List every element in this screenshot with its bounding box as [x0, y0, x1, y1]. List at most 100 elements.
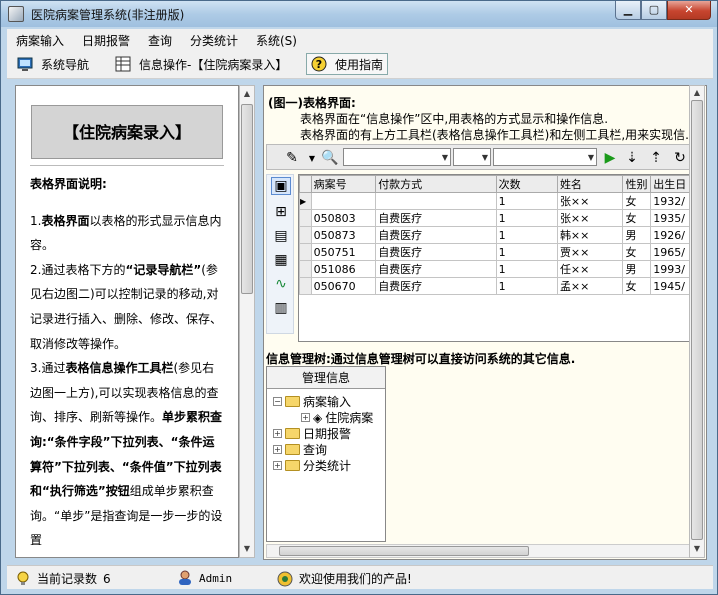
table-cell[interactable]: 自费医疗: [375, 209, 497, 227]
table-cell[interactable]: 1: [495, 192, 558, 210]
table-cell[interactable]: 1965/: [650, 243, 691, 261]
table-cell[interactable]: 张××: [556, 209, 624, 227]
row-header[interactable]: [299, 209, 312, 227]
col-header[interactable]: 付款方式: [375, 175, 497, 193]
minimize-button[interactable]: ▁: [615, 1, 641, 20]
table-cell[interactable]: 1932/: [650, 192, 691, 210]
sort-asc-icon[interactable]: ⇣: [623, 149, 641, 167]
document-icon[interactable]: ▦: [271, 251, 291, 269]
close-button[interactable]: ✕: [667, 1, 711, 20]
table-cell[interactable]: 050751: [310, 243, 377, 261]
table-cell[interactable]: 050803: [310, 209, 377, 227]
table-cell[interactable]: 韩××: [556, 226, 624, 244]
table-cell[interactable]: 1926/: [650, 226, 691, 244]
table-cell[interactable]: 1: [495, 226, 558, 244]
find-icon[interactable]: 🔍: [321, 149, 339, 167]
tree-node-statistics[interactable]: + 分类统计: [273, 457, 351, 474]
sort-desc-icon[interactable]: ⇡: [647, 149, 665, 167]
row-header[interactable]: [299, 226, 312, 244]
row-header[interactable]: [299, 243, 312, 261]
grid-view-icon[interactable]: ▣: [271, 177, 291, 195]
table-row[interactable]: 050751 自费医疗 1 贾×× 女 1965/: [299, 243, 691, 261]
table-cell[interactable]: 1: [495, 277, 558, 295]
scroll-up-arrow[interactable]: ▲: [241, 87, 253, 101]
table-cell[interactable]: 1993/: [650, 260, 691, 278]
row-header[interactable]: [299, 277, 312, 295]
expand-icon[interactable]: +: [273, 429, 282, 438]
scroll-down-arrow[interactable]: ▼: [241, 542, 253, 556]
menu-date-alarm[interactable]: 日期报警: [82, 32, 130, 49]
menu-query[interactable]: 查询: [148, 32, 172, 49]
left-scroll-thumb[interactable]: [241, 104, 253, 294]
menu-statistics[interactable]: 分类统计: [190, 32, 238, 49]
table-cell[interactable]: 自费医疗: [375, 260, 497, 278]
col-header[interactable]: 次数: [495, 175, 558, 193]
horizontal-scroll-thumb[interactable]: [279, 546, 529, 556]
table-cell[interactable]: [375, 192, 497, 210]
col-header[interactable]: 出生日: [650, 175, 691, 193]
right-scrollbar[interactable]: ▲ ▼: [689, 85, 705, 558]
scroll-up-arrow[interactable]: ▲: [691, 86, 703, 100]
execute-filter-icon[interactable]: ▶: [601, 149, 619, 167]
horizontal-scrollbar[interactable]: [266, 544, 690, 558]
table-cell[interactable]: 男: [622, 260, 652, 278]
table-cell[interactable]: 贾××: [556, 243, 624, 261]
maximize-button[interactable]: ▢: [641, 1, 667, 20]
form-view-icon[interactable]: ▤: [271, 227, 291, 245]
user-guide-button[interactable]: ? 使用指南: [306, 53, 389, 75]
tree-node-record-input[interactable]: − 病案输入: [273, 393, 351, 410]
table-cell[interactable]: 自费医疗: [375, 226, 497, 244]
menu-system[interactable]: 系统(S): [256, 32, 297, 49]
title-bar[interactable]: 医院病案管理系统(非注册版) ▁ ▢ ✕: [1, 1, 717, 27]
condition-value-select[interactable]: ▼: [493, 148, 597, 166]
col-header[interactable]: 性别: [622, 175, 652, 193]
table-cell[interactable]: 自费医疗: [375, 277, 497, 295]
expand-icon[interactable]: +: [273, 461, 282, 470]
left-scrollbar[interactable]: ▲ ▼: [239, 85, 255, 558]
dropdown-arrow-icon[interactable]: ▼: [303, 149, 321, 167]
table-cell[interactable]: [310, 192, 377, 210]
table-row[interactable]: ▶ 1 张×× 女 1932/: [299, 192, 691, 210]
table-cell[interactable]: 张××: [556, 192, 624, 210]
table-cell[interactable]: 女: [622, 192, 652, 210]
info-operation-button[interactable]: 信息操作-【住院病案录入】: [111, 53, 291, 75]
tree-node-query[interactable]: + 查询: [273, 441, 327, 458]
expand-icon[interactable]: +: [273, 445, 282, 454]
table-cell[interactable]: 051086: [310, 260, 377, 278]
col-header[interactable]: 姓名: [556, 175, 624, 193]
table-row[interactable]: 051086 自费医疗 1 任×× 男 1993/: [299, 260, 691, 278]
system-nav-button[interactable]: 系统导航: [13, 53, 93, 75]
scroll-down-arrow[interactable]: ▼: [691, 542, 703, 556]
current-row-indicator[interactable]: ▶: [299, 192, 312, 210]
record-grid[interactable]: 病案号 付款方式 次数 姓名 性别 出生日 ▶ 1 张×× 女 1932/050803 自…: [298, 174, 692, 342]
condition-operator-select[interactable]: ▼: [453, 148, 491, 166]
table-cell[interactable]: 1: [495, 243, 558, 261]
collapse-icon[interactable]: −: [273, 397, 282, 406]
table-cell[interactable]: 女: [622, 277, 652, 295]
table-row[interactable]: 050803 自费医疗 1 张×× 女 1935/: [299, 209, 691, 227]
menu-record-input[interactable]: 病案输入: [16, 32, 64, 49]
table-cell[interactable]: 自费医疗: [375, 243, 497, 261]
table-row[interactable]: 050670 自费医疗 1 孟×× 女 1945/: [299, 277, 691, 295]
table-cell[interactable]: 1: [495, 209, 558, 227]
table-cell[interactable]: 女: [622, 209, 652, 227]
table-row[interactable]: 050873 自费医疗 1 韩×× 男 1926/: [299, 226, 691, 244]
print-icon[interactable]: ▥: [271, 299, 291, 317]
col-header[interactable]: 病案号: [310, 175, 377, 193]
right-scroll-thumb[interactable]: [691, 100, 703, 540]
table-cell[interactable]: 1935/: [650, 209, 691, 227]
table-cell[interactable]: 1: [495, 260, 558, 278]
chart-icon[interactable]: ∿: [271, 275, 291, 293]
tree-view-icon[interactable]: ⊞: [271, 203, 291, 221]
table-cell[interactable]: 女: [622, 243, 652, 261]
row-header[interactable]: [299, 260, 312, 278]
pencil-icon[interactable]: ✎: [283, 149, 301, 167]
tree-node-date-alarm[interactable]: + 日期报警: [273, 425, 351, 442]
table-cell[interactable]: 任××: [556, 260, 624, 278]
table-cell[interactable]: 1945/: [650, 277, 691, 295]
refresh-icon[interactable]: ↻: [671, 149, 689, 167]
table-cell[interactable]: 孟××: [556, 277, 624, 295]
management-tree[interactable]: 管理信息 − 病案输入 + ◈ 住院病案 + 日期报警 + 查询 + 分类统计: [266, 366, 386, 542]
condition-field-select[interactable]: ▼: [343, 148, 451, 166]
tree-node-inpatient[interactable]: + ◈ 住院病案: [301, 409, 373, 426]
